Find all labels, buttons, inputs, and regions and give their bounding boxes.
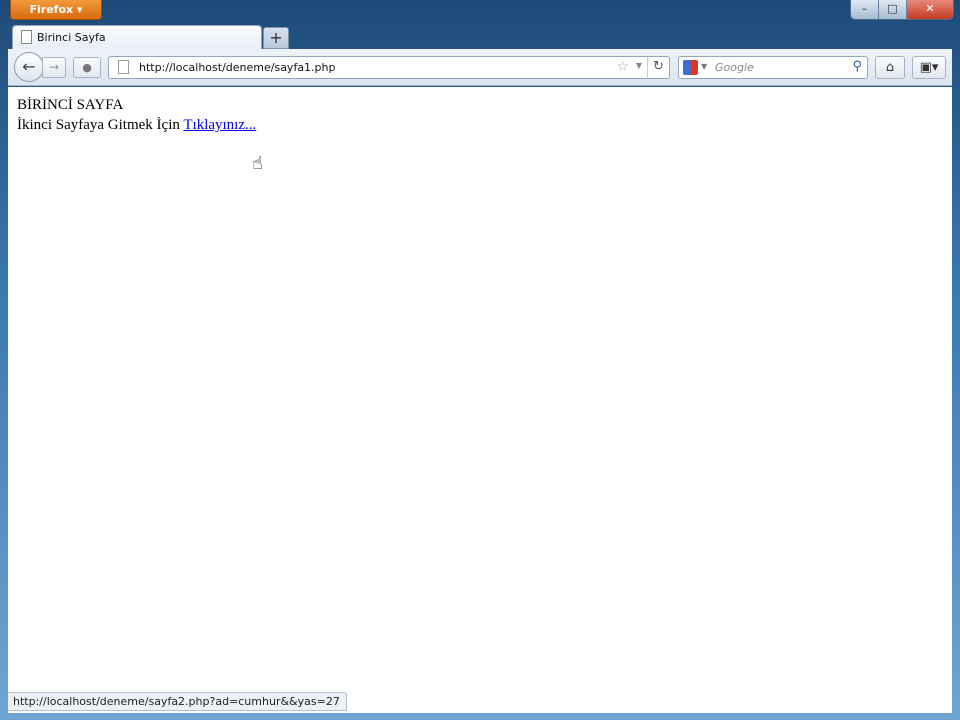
arrow-right-icon: → bbox=[48, 60, 60, 74]
forward-button[interactable]: → bbox=[42, 57, 66, 78]
url-bar[interactable]: http://localhost/deneme/sayfa1.php ☆ ▼ ↻ bbox=[108, 56, 670, 79]
search-icon[interactable]: ⚲ bbox=[852, 59, 862, 74]
search-bar[interactable]: ▼ Google ⚲ bbox=[678, 56, 868, 79]
minimize-button[interactable]: – bbox=[851, 0, 879, 19]
page-text: İkinci Sayfaya Gitmek İçin bbox=[17, 117, 180, 133]
firefox-menu-button[interactable]: Firefox ▾ bbox=[10, 0, 102, 20]
search-placeholder: Google bbox=[715, 61, 754, 74]
page-heading: BİRİNCİ SAYFA bbox=[17, 97, 124, 113]
arrow-left-icon: ← bbox=[22, 57, 36, 76]
navigation-toolbar: ← → ● http://localhost/deneme/sayfa1.php… bbox=[8, 49, 952, 86]
bookmarks-button[interactable]: ▣▾ bbox=[912, 56, 946, 79]
bookmark-star-icon[interactable]: ☆ bbox=[616, 59, 629, 75]
new-tab-button[interactable]: + bbox=[263, 27, 289, 49]
history-dropdown-icon[interactable]: ▼ bbox=[636, 61, 642, 70]
status-bar: http://localhost/deneme/sayfa2.php?ad=cu… bbox=[8, 692, 347, 711]
globe-icon: ● bbox=[82, 61, 92, 74]
close-button[interactable]: ✕ bbox=[907, 0, 953, 19]
tab-birinci-sayfa[interactable]: Birinci Sayfa bbox=[12, 25, 262, 49]
google-icon[interactable] bbox=[683, 60, 698, 75]
page-content: BİRİNCİ SAYFA İkinci Sayfaya Gitmek İçin… bbox=[8, 87, 952, 713]
url-text[interactable]: http://localhost/deneme/sayfa1.php bbox=[139, 61, 336, 74]
window-controls: – □ ✕ bbox=[850, 0, 954, 20]
site-identity-button[interactable]: ● bbox=[73, 57, 101, 78]
home-icon: ⌂ bbox=[885, 60, 895, 75]
bookmarks-icon: ▣▾ bbox=[919, 60, 939, 75]
maximize-button[interactable]: □ bbox=[879, 0, 907, 19]
page-icon bbox=[21, 30, 32, 44]
hand-cursor-icon: ☝ bbox=[252, 153, 263, 174]
page-text-line: İkinci Sayfaya Gitmek İçin Tıklayınız... bbox=[17, 115, 952, 135]
page-icon bbox=[118, 60, 129, 74]
tab-label: Birinci Sayfa bbox=[37, 31, 106, 44]
second-page-link[interactable]: Tıklayınız... bbox=[183, 117, 256, 133]
back-button[interactable]: ← bbox=[14, 52, 44, 82]
reload-button[interactable]: ↻ bbox=[647, 57, 669, 78]
chevron-down-icon[interactable]: ▼ bbox=[701, 62, 707, 71]
home-button[interactable]: ⌂ bbox=[875, 56, 905, 79]
